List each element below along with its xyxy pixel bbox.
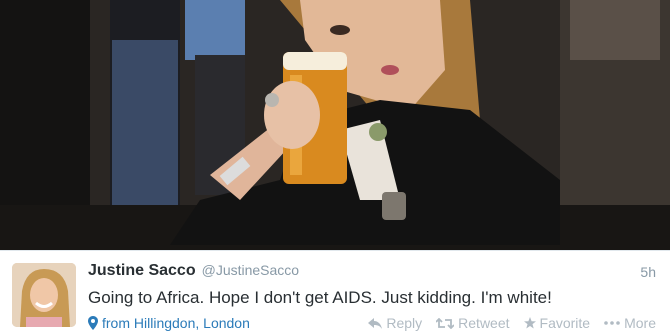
favorite-label: Favorite — [539, 315, 591, 331]
tweet-card: Justine Sacco @JustineSacco 5h Going to … — [0, 250, 670, 335]
tweet-location[interactable]: from Hillingdon, London — [88, 315, 250, 331]
tweet-photo[interactable] — [0, 0, 670, 250]
retweet-label: Retweet — [458, 315, 510, 331]
star-icon — [523, 317, 536, 329]
reply-label: Reply — [386, 315, 423, 331]
tweet-timestamp[interactable]: 5h — [640, 264, 656, 280]
map-pin-icon — [88, 316, 98, 330]
tweet-header: Justine Sacco @JustineSacco — [88, 262, 299, 280]
more-button[interactable]: More — [604, 315, 656, 331]
tweet-actions: Reply Retweet Favorite More — [368, 315, 656, 331]
display-name[interactable]: Justine Sacco — [88, 262, 196, 280]
avatar-image — [12, 263, 76, 327]
retweet-button[interactable]: Retweet — [436, 315, 510, 331]
reply-button[interactable]: Reply — [368, 315, 422, 331]
tweet-text: Going to Africa. Hope I don't get AIDS. … — [88, 288, 552, 307]
more-dots-icon — [604, 321, 620, 325]
reply-icon — [368, 317, 383, 329]
favorite-button[interactable]: Favorite — [523, 315, 591, 331]
more-label: More — [624, 315, 656, 331]
bar-scene-image — [0, 0, 670, 250]
avatar[interactable] — [12, 263, 76, 327]
location-label: from Hillingdon, London — [102, 315, 250, 331]
retweet-icon — [436, 317, 455, 329]
user-handle[interactable]: @JustineSacco — [202, 262, 299, 278]
